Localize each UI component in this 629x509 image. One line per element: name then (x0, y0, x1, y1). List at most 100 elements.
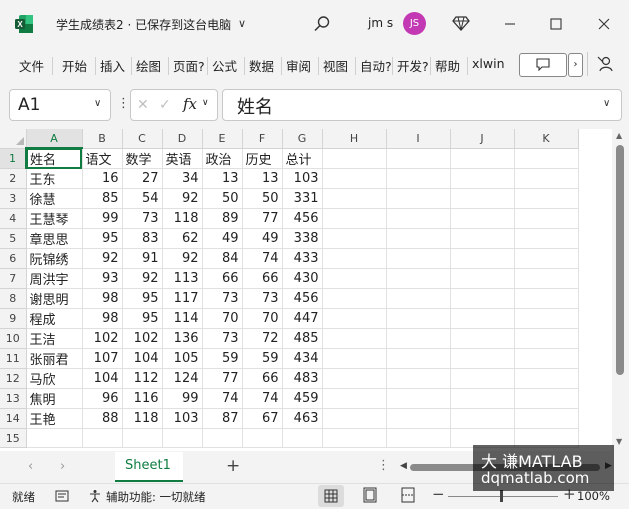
avatar[interactable]: JS (403, 12, 426, 35)
cell[interactable]: 456 (282, 288, 323, 309)
row-header[interactable]: 7 (0, 268, 27, 289)
cell[interactable] (386, 288, 451, 309)
cell[interactable] (282, 428, 323, 448)
cell[interactable]: 84 (202, 248, 243, 269)
row-header[interactable]: 9 (0, 308, 27, 329)
scroll-left-icon[interactable]: ◀ (400, 461, 407, 471)
cell[interactable] (450, 288, 515, 309)
cell[interactable]: 456 (282, 208, 323, 229)
cell[interactable]: 49 (202, 228, 243, 249)
select-all-corner[interactable] (16, 137, 24, 145)
cell[interactable] (514, 368, 579, 389)
cell[interactable] (450, 348, 515, 369)
tab-formulas[interactable]: 公式 (212, 56, 237, 75)
cell[interactable] (514, 408, 579, 429)
cell[interactable] (450, 248, 515, 269)
accessibility-status[interactable]: 辅助功能: 一切就绪 (106, 489, 206, 505)
cell[interactable]: 89 (202, 208, 243, 229)
maximize-button[interactable] (542, 10, 570, 38)
cell[interactable]: 113 (162, 268, 203, 289)
cell[interactable]: 语文 (82, 148, 123, 169)
cell[interactable] (514, 328, 579, 349)
cell[interactable]: 74 (202, 388, 243, 409)
more-options-icon[interactable]: ⋮ (117, 96, 130, 111)
user-name[interactable]: jm s (368, 16, 393, 30)
cell[interactable]: 118 (122, 408, 163, 429)
cell[interactable] (322, 268, 387, 289)
column-header-f[interactable]: F (242, 129, 283, 149)
coauthoring-icon[interactable] (596, 55, 614, 73)
cell[interactable]: 104 (122, 348, 163, 369)
insert-function-icon[interactable]: fx (183, 95, 197, 113)
cell[interactable]: 104 (82, 368, 123, 389)
tab-automate[interactable]: 自动? (360, 56, 392, 75)
cell[interactable] (450, 168, 515, 189)
cell[interactable] (386, 248, 451, 269)
zoom-slider[interactable] (448, 496, 558, 497)
cancel-icon[interactable]: ✕ (137, 97, 149, 113)
row-header[interactable]: 14 (0, 408, 27, 429)
cell[interactable]: 103 (282, 168, 323, 189)
search-icon[interactable] (313, 15, 331, 33)
cell[interactable] (450, 368, 515, 389)
cell[interactable]: 91 (122, 248, 163, 269)
cell[interactable]: 66 (242, 268, 283, 289)
cell[interactable]: 92 (162, 248, 203, 269)
cell[interactable]: 王慧琴 (26, 208, 83, 229)
accessibility-icon[interactable] (88, 489, 102, 503)
next-sheet-icon[interactable]: › (60, 459, 65, 474)
cell[interactable]: 73 (122, 208, 163, 229)
cell[interactable]: 96 (82, 388, 123, 409)
cell[interactable]: 73 (242, 288, 283, 309)
cell[interactable]: 59 (202, 348, 243, 369)
premium-diamond-icon[interactable] (452, 14, 470, 32)
cell[interactable] (322, 348, 387, 369)
cell[interactable]: 92 (122, 268, 163, 289)
scroll-down-icon[interactable]: ▼ (616, 437, 622, 446)
cell[interactable]: 117 (162, 288, 203, 309)
cell[interactable]: 118 (162, 208, 203, 229)
cell[interactable] (514, 148, 579, 169)
column-header-b[interactable]: B (82, 129, 123, 149)
tab-help[interactable]: 帮助 (435, 56, 460, 75)
cell[interactable] (386, 408, 451, 429)
cell[interactable] (386, 428, 451, 448)
cell[interactable]: 周洪宇 (26, 268, 83, 289)
cell[interactable]: 54 (122, 188, 163, 209)
cell[interactable] (386, 188, 451, 209)
column-header-g[interactable]: G (282, 129, 323, 149)
enter-check-icon[interactable]: ✓ (159, 97, 171, 113)
cell[interactable]: 88 (82, 408, 123, 429)
cell[interactable]: 姓名 (26, 148, 83, 169)
cell[interactable] (26, 428, 83, 448)
cell[interactable]: 阮锦绣 (26, 248, 83, 269)
cell[interactable]: 77 (242, 208, 283, 229)
page-layout-view-icon[interactable] (362, 487, 378, 503)
cell[interactable] (322, 188, 387, 209)
cell[interactable] (122, 428, 163, 448)
cell[interactable] (514, 268, 579, 289)
cell[interactable]: 95 (82, 228, 123, 249)
cell[interactable]: 434 (282, 348, 323, 369)
cell[interactable] (514, 308, 579, 329)
comments-button[interactable] (519, 53, 567, 77)
cell[interactable] (386, 368, 451, 389)
tab-draw[interactable]: 绘图 (136, 56, 161, 75)
tab-insert[interactable]: 插入 (100, 56, 125, 75)
cell[interactable] (322, 328, 387, 349)
cell[interactable]: 92 (82, 248, 123, 269)
cell[interactable]: 27 (122, 168, 163, 189)
cell[interactable]: 62 (162, 228, 203, 249)
name-box[interactable]: A1 ∨ (9, 89, 111, 121)
formula-input[interactable]: 姓名 ∨ (222, 89, 622, 121)
cell[interactable]: 98 (82, 308, 123, 329)
cell[interactable] (450, 308, 515, 329)
cell[interactable]: 73 (202, 288, 243, 309)
cell[interactable] (386, 348, 451, 369)
cell[interactable]: 英语 (162, 148, 203, 169)
cell[interactable] (82, 428, 123, 448)
sheet-tab-sheet1[interactable]: Sheet1 (115, 452, 183, 482)
add-sheet-icon[interactable]: + (226, 456, 240, 476)
cell[interactable] (322, 308, 387, 329)
cell[interactable] (322, 148, 387, 169)
